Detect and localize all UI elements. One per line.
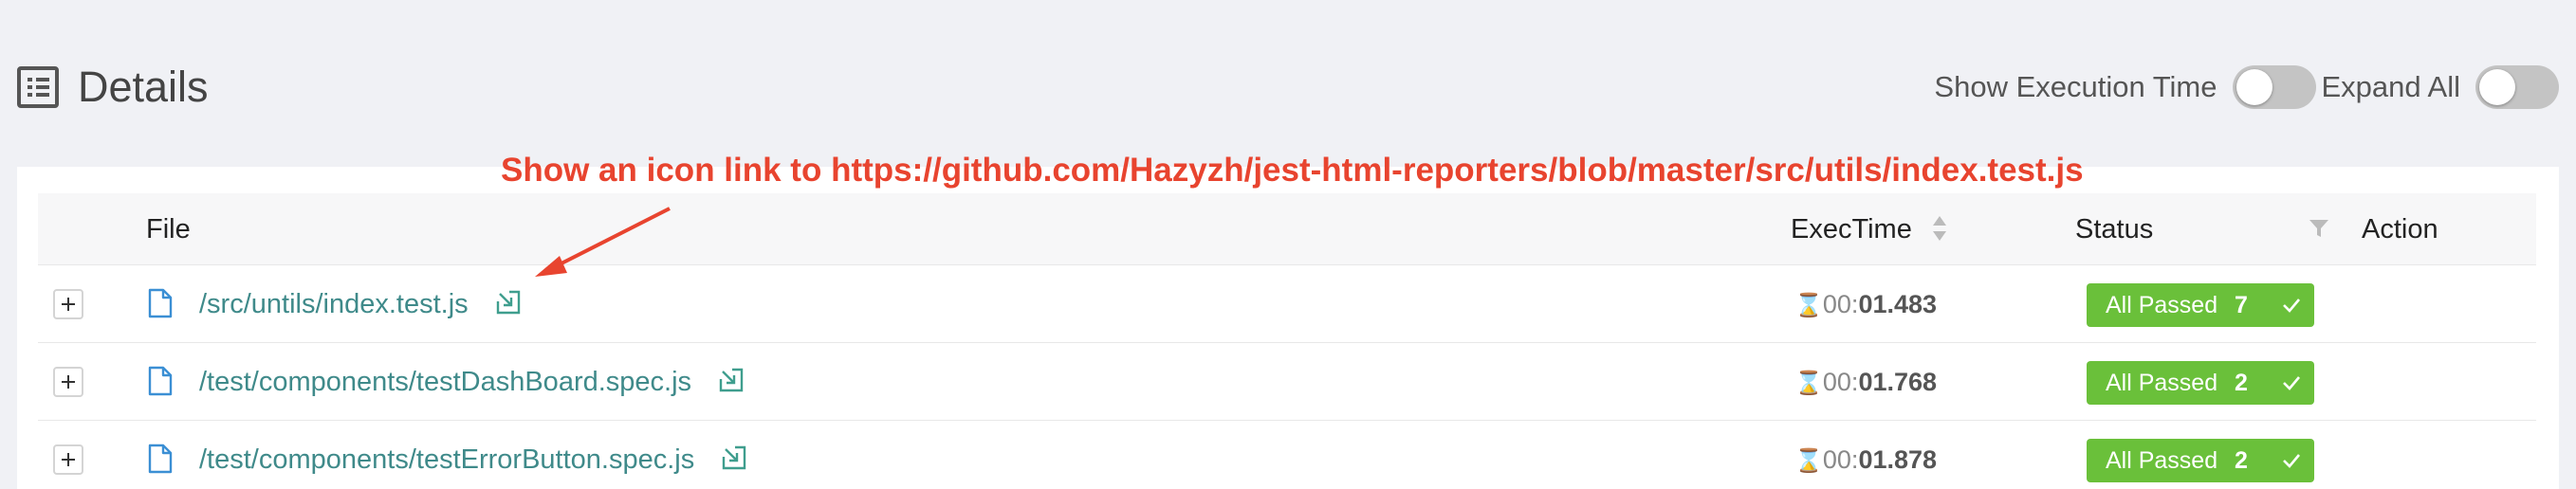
status-badge: All Passed 7 bbox=[2087, 283, 2314, 327]
status-badge: All Passed 2 bbox=[2087, 439, 2314, 482]
check-icon bbox=[2283, 454, 2300, 468]
details-heading: Details bbox=[17, 59, 209, 116]
toggle-knob bbox=[2236, 69, 2272, 105]
expand-row-button[interactable] bbox=[53, 367, 83, 397]
external-link-icon[interactable] bbox=[721, 444, 747, 471]
file-icon bbox=[148, 444, 173, 474]
expand-all-toggle[interactable] bbox=[2475, 65, 2559, 109]
annotation-text: Show an icon link to https://github.com/… bbox=[501, 152, 2084, 189]
file-link[interactable]: /src/untils/index.test.js bbox=[199, 265, 522, 343]
file-icon bbox=[148, 288, 173, 318]
table-row: /test/components/testErrorButton.spec.js… bbox=[38, 421, 2536, 489]
hourglass-icon: ⌛ bbox=[1794, 448, 1823, 474]
status-badge: All Passed 2 bbox=[2087, 361, 2314, 405]
external-link-icon[interactable] bbox=[495, 289, 522, 316]
expand-row-button[interactable] bbox=[53, 444, 83, 475]
file-path[interactable]: /test/components/testDashBoard.spec.js bbox=[199, 367, 691, 397]
column-file: File bbox=[146, 214, 191, 244]
show-exec-time-toggle[interactable] bbox=[2232, 65, 2316, 109]
check-icon bbox=[2283, 299, 2300, 313]
page-header: Details Show Execution Time Expand All bbox=[0, 0, 2576, 167]
external-link-icon[interactable] bbox=[718, 367, 745, 393]
filter-icon[interactable] bbox=[2309, 218, 2329, 239]
show-exec-time-label: Show Execution Time bbox=[1934, 70, 2217, 103]
exec-time: ⌛00:01.483 bbox=[1794, 290, 1938, 318]
expand-row-button[interactable] bbox=[53, 289, 83, 319]
hourglass-icon: ⌛ bbox=[1794, 371, 1823, 396]
table-row: /src/untils/index.test.js ⌛00:01.483 All… bbox=[38, 265, 2536, 343]
file-link[interactable]: /test/components/testDashBoard.spec.js bbox=[199, 343, 745, 421]
column-action: Action bbox=[2362, 214, 2438, 244]
sort-icon[interactable] bbox=[1931, 216, 1948, 244]
file-link[interactable]: /test/components/testErrorButton.spec.js bbox=[199, 421, 747, 489]
column-status: Status bbox=[2075, 214, 2154, 244]
table-header: File ExecTime Status Action bbox=[38, 193, 2536, 265]
exec-time: ⌛00:01.768 bbox=[1794, 368, 1938, 396]
file-icon bbox=[148, 366, 173, 396]
column-exectime[interactable]: ExecTime bbox=[1791, 193, 1912, 265]
header-controls: Show Execution Time Expand All bbox=[1934, 61, 2559, 114]
exec-time: ⌛00:01.878 bbox=[1794, 445, 1938, 474]
list-icon bbox=[17, 66, 59, 108]
hourglass-icon: ⌛ bbox=[1794, 293, 1823, 318]
page-title: Details bbox=[78, 63, 209, 111]
file-path[interactable]: /src/untils/index.test.js bbox=[199, 289, 469, 319]
toggle-knob bbox=[2479, 69, 2515, 105]
check-icon bbox=[2283, 376, 2300, 390]
expand-all-label: Expand All bbox=[2321, 70, 2461, 103]
table-row: /test/components/testDashBoard.spec.js ⌛… bbox=[38, 343, 2536, 421]
file-path[interactable]: /test/components/testErrorButton.spec.js bbox=[199, 444, 694, 475]
